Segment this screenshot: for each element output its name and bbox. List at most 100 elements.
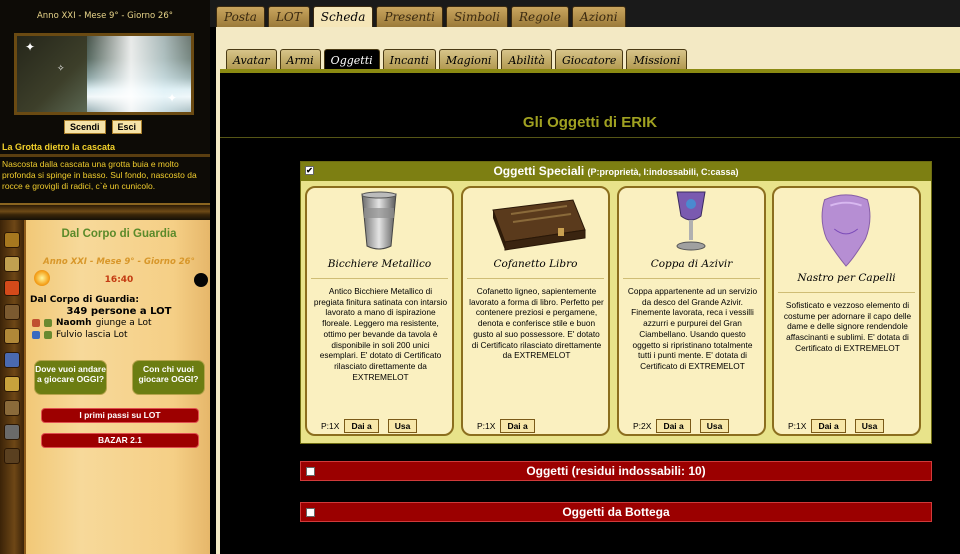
descend-button[interactable]: Scendi xyxy=(64,120,106,134)
location-title: La Grotta dietro la cascata xyxy=(2,142,116,152)
page-title: Gli Oggetti di ERIK xyxy=(522,114,658,131)
person-icon[interactable] xyxy=(4,304,20,320)
items-panel: Gli Oggetti di ERIK ✔ Oggetti Speciali (… xyxy=(220,73,960,554)
person-icon xyxy=(32,331,40,339)
arrival-icon xyxy=(32,319,40,327)
right-panel: Posta LOT Scheda Presenti Simboli Regole Azion… xyxy=(210,0,960,554)
item-card: Cofanetto Libro Cofanetto ligneo, sapien… xyxy=(461,186,610,436)
page: Anno XXI - Mese 9° - Giorno 26° ✦ ✦ ✧ Sc… xyxy=(0,0,960,554)
exit-button[interactable]: Esci xyxy=(111,120,143,134)
metal-cup-icon xyxy=(361,191,397,250)
event-player[interactable]: Naomh xyxy=(56,318,92,328)
first-steps-link[interactable]: I primi passi su LOT xyxy=(41,408,199,423)
guard-date: Anno XXI - Mese 9° - Giorno 26° xyxy=(43,257,195,267)
flame-icon[interactable] xyxy=(4,280,20,296)
key-icon[interactable] xyxy=(4,376,20,392)
give-button[interactable]: Dai a xyxy=(500,419,535,433)
subtab-armi[interactable]: Armi xyxy=(279,49,321,70)
tab-posta[interactable]: Posta xyxy=(216,6,265,27)
moon-icon xyxy=(194,273,208,287)
goblet-icon xyxy=(676,191,706,251)
sparkle-icon: ✧ xyxy=(57,64,65,74)
tab-scheda[interactable]: Scheda xyxy=(312,6,374,28)
scroll-icon[interactable] xyxy=(4,328,20,344)
subtab-incanti[interactable]: Incanti xyxy=(382,49,436,70)
sword-icon[interactable] xyxy=(4,232,20,248)
special-items-header[interactable]: ✔ Oggetti Speciali (P:proprietà, I:indos… xyxy=(301,162,931,181)
give-button[interactable]: Dai a xyxy=(811,419,846,433)
item-name: Bicchiere Metallico xyxy=(327,258,432,270)
content-area: Avatar Armi Oggetti Incanti Magioni Abilità Gi… xyxy=(216,27,960,554)
item-quantity: P:1X xyxy=(788,421,807,431)
tab-azioni[interactable]: Azioni xyxy=(571,6,626,27)
subtab-abilità[interactable]: Abilità xyxy=(501,49,552,70)
item-description: Coppa appartenente ad un servizio da des… xyxy=(627,286,758,371)
shop-items-header[interactable]: Oggetti da Bottega xyxy=(300,502,932,522)
subtab-oggetti[interactable]: Oggetti xyxy=(323,49,380,70)
where-to-play-button[interactable]: Dove vuoi andare a giocare OGGI? xyxy=(34,360,107,395)
event-text: Fulvio lascia Lot xyxy=(56,330,128,340)
item-description: Sofisticato e vezzoso elemento di costum… xyxy=(783,300,912,353)
shop-items-title: Oggetti da Bottega xyxy=(562,505,670,519)
special-items-legend: (P:proprietà, I:indossabili, C:cassa) xyxy=(587,167,739,177)
special-items-title: Oggetti Speciali xyxy=(493,164,585,178)
book-chest-icon xyxy=(492,199,586,251)
tab-regole[interactable]: Regole xyxy=(510,6,569,27)
worn-items-title: Oggetti (residui indossabili: 10) xyxy=(526,464,706,478)
item-card: Nastro per Capelli Sofisticato e vezzoso… xyxy=(772,186,921,436)
gem-icon[interactable] xyxy=(4,352,20,368)
event-row: Naomh giunge a Lot xyxy=(32,318,152,328)
tab-presenti[interactable]: Presenti xyxy=(376,6,443,27)
subtab-magioni[interactable]: Magioni xyxy=(438,49,499,70)
item-quantity: P:2X xyxy=(633,421,652,431)
divider xyxy=(0,154,210,157)
item-quantity: P:1X xyxy=(321,421,340,431)
event-row: Fulvio lascia Lot xyxy=(32,330,128,340)
sparkle-icon: ✦ xyxy=(25,40,36,54)
item-name: Coppa di Azivir xyxy=(650,258,733,270)
item-description: Cofanetto ligneo, sapientemente lavorato… xyxy=(469,286,604,361)
dagger-icon[interactable] xyxy=(4,424,20,440)
top-date: Anno XXI - Mese 9° - Giorno 26° xyxy=(36,11,174,21)
give-button[interactable]: Dai a xyxy=(656,419,691,433)
subtab-giocatore[interactable]: Giocatore xyxy=(554,49,624,70)
location-image: ✦ ✦ ✧ xyxy=(14,33,194,115)
use-button[interactable]: Usa xyxy=(854,419,885,433)
event-action: giunge a Lot xyxy=(95,318,152,328)
divider xyxy=(220,137,960,138)
guard-time: 16:40 xyxy=(104,275,134,285)
chest-icon[interactable] xyxy=(4,448,20,464)
book-icon[interactable] xyxy=(4,256,20,272)
map-icon[interactable] xyxy=(4,400,20,416)
item-quantity: P:1X xyxy=(477,421,496,431)
location-description: Nascosta dalla cascata una grotta buia e… xyxy=(2,159,197,191)
item-card: Coppa di Azivir Coppa appartenente ad un… xyxy=(617,186,766,436)
item-description: Antico Bicchiere Metallico di pregiata f… xyxy=(313,286,448,382)
guard-panel: Dal Corpo di Guardia Anno XXI - Mese 9° … xyxy=(24,220,210,554)
subtab-missioni[interactable]: Missioni xyxy=(626,49,688,70)
sword-icon xyxy=(44,319,52,327)
who-to-play-button[interactable]: Con chi vuoi giocare OGGI? xyxy=(132,360,205,395)
use-button[interactable]: Usa xyxy=(699,419,730,433)
online-count: 349 persone a LOT xyxy=(66,306,172,317)
tab-simboli[interactable]: Simboli xyxy=(445,6,508,27)
section-checkbox[interactable] xyxy=(306,508,315,517)
give-button[interactable]: Dai a xyxy=(344,419,379,433)
sword-icon xyxy=(44,331,52,339)
subtab-avatar[interactable]: Avatar xyxy=(226,49,277,70)
item-name: Nastro per Capelli xyxy=(797,272,896,284)
section-checkbox[interactable]: ✔ xyxy=(305,166,314,175)
worn-items-header[interactable]: Oggetti (residui indossabili: 10) xyxy=(300,461,932,481)
special-items-section: ✔ Oggetti Speciali (P:proprietà, I:indos… xyxy=(300,161,932,444)
sparkle-icon: ✦ xyxy=(167,91,178,105)
vine-divider xyxy=(0,203,210,221)
guard-title: Dal Corpo di Guardia xyxy=(61,228,177,240)
tab-lot[interactable]: LOT xyxy=(267,6,310,27)
bazar-link[interactable]: BAZAR 2.1 xyxy=(41,433,199,448)
section-checkbox[interactable] xyxy=(306,467,315,476)
use-button[interactable]: Usa xyxy=(387,419,418,433)
top-tab-bar: Posta LOT Scheda Presenti Simboli Regole Azion… xyxy=(210,0,960,28)
left-panel: Anno XXI - Mese 9° - Giorno 26° ✦ ✦ ✧ Sc… xyxy=(0,0,210,554)
hair-ribbon-icon xyxy=(821,194,871,267)
icon-strip xyxy=(0,220,24,554)
